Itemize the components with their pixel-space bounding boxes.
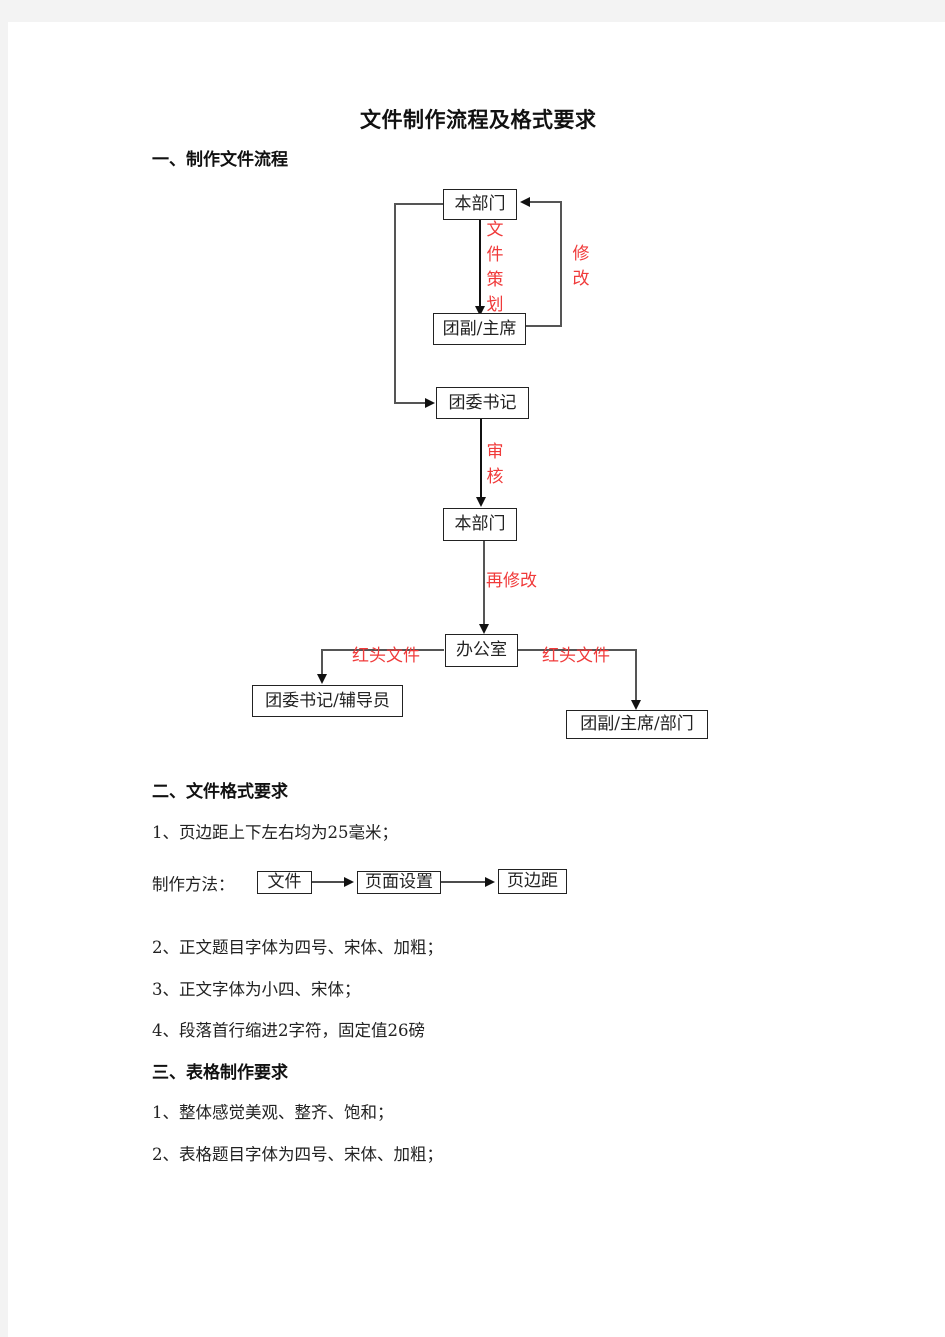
label-revise: 修改 — [572, 244, 590, 289]
section2-item3: 3、正文字体为小四、宋体； — [152, 980, 361, 999]
section2-item2: 2、正文题目字体为四号、宋体、加粗； — [152, 938, 443, 957]
node-office: 办公室 — [445, 634, 518, 667]
node-secretary: 团委书记 — [436, 387, 529, 419]
method-step-page-setup: 页面设置 — [357, 871, 441, 894]
node-vice-chair-dept: 团副/主席/部门 — [566, 710, 708, 739]
label-red-doc-left: 红头文件 — [352, 646, 420, 666]
node-vice-chair: 团副/主席 — [433, 313, 526, 345]
arrow-dept-to-secretary — [394, 203, 443, 408]
section2-heading: 二、文件格式要求 — [152, 782, 288, 802]
label-re-revise: 再修改 — [486, 571, 537, 591]
section3-item2: 2、表格题目字体为四号、宋体、加粗； — [152, 1145, 443, 1164]
method-label: 制作方法： — [152, 875, 235, 894]
section2-item1: 1、页边距上下左右均为25毫米； — [152, 823, 398, 842]
section3-heading: 三、表格制作要求 — [152, 1063, 288, 1083]
node-dept-top: 本部门 — [443, 189, 517, 220]
section2-item4: 4、段落首行缩进2字符，固定值26磅 — [152, 1021, 425, 1040]
method-step-file: 文件 — [257, 871, 312, 894]
label-red-doc-right: 红头文件 — [542, 646, 610, 666]
node-dept-mid: 本部门 — [443, 508, 517, 541]
arrow-revise-loop — [520, 197, 562, 327]
label-planning: 文件策划 — [486, 220, 504, 315]
node-secretary-counselor: 团委书记/辅导员 — [252, 685, 403, 717]
label-review: 审核 — [486, 442, 504, 487]
section3-item1: 1、整体感觉美观、整齐、饱和； — [152, 1103, 394, 1122]
method-step-margins: 页边距 — [498, 869, 567, 894]
